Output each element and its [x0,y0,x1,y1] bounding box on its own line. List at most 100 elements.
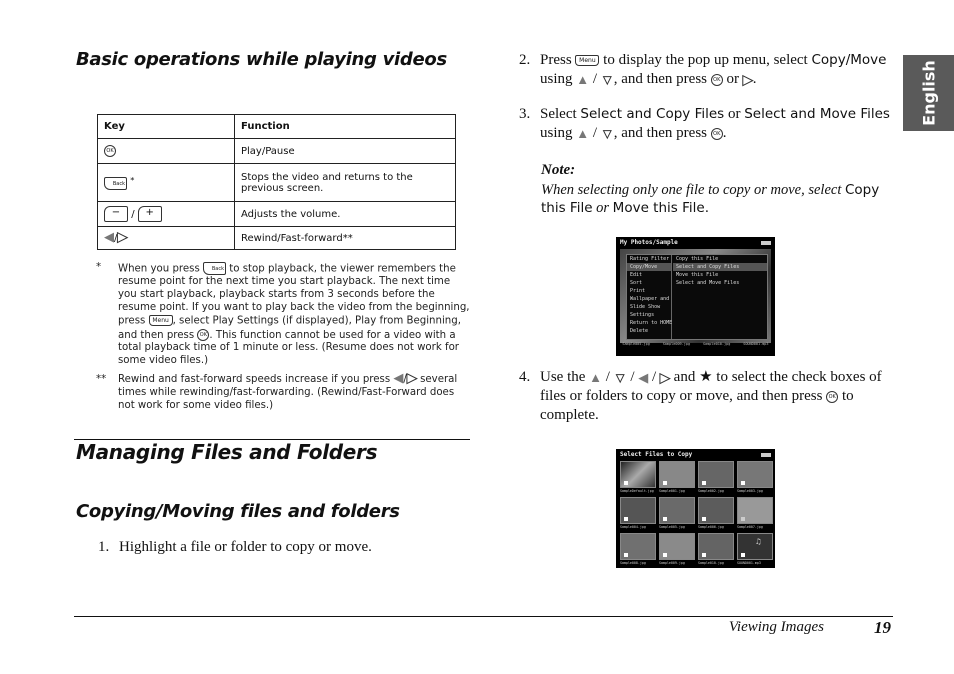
menu-item[interactable]: Slide Show [627,303,671,311]
checkbox[interactable] [741,553,745,557]
step-text: Use the ▲ / ▼ / ◀ / ▶ and ★ to select th… [540,369,882,423]
checkbox[interactable] [663,481,667,485]
text: . [704,200,709,216]
column-header-key: Key [97,114,235,139]
menu-button-icon: Menu [148,315,173,327]
thumbnail-item[interactable]: Sample004.jpg [620,497,656,531]
submenu-item[interactable]: Copy this File [673,255,767,263]
menu-item[interactable]: Print [627,287,671,295]
thumbnail-image[interactable] [737,461,773,488]
submenu-item[interactable]: Move this File [673,271,767,279]
thumbnail-image[interactable] [659,497,695,524]
step-1: 1. Highlight a file or folder to copy or… [98,538,458,557]
star-icon: ★ [699,369,713,385]
step-3: 3. Select Select and Copy Files or Selec… [519,105,894,143]
menu-item[interactable]: Wallpaper and [627,295,671,303]
back-button-icon: Back [104,177,127,191]
file-name: Sample003.jpg [737,489,763,493]
thumbnail-image[interactable] [698,461,734,488]
thumbnail-image[interactable] [659,461,695,488]
file-name: Sample009.jpg [659,561,685,565]
screen-title: My Photos/Sample [620,239,678,246]
music-icon: ♫ [756,537,761,546]
checkbox[interactable] [624,517,628,521]
checkbox[interactable] [624,553,628,557]
checkbox[interactable] [624,481,628,485]
thumbnail-item[interactable]: ♫ SOUND001.mp3 [737,533,773,567]
submenu-item[interactable]: Select and Move Files [673,279,767,287]
page-number: 19 [874,618,891,637]
file-name: Sample002.jpg [698,489,724,493]
thumbnail-image[interactable] [620,497,656,524]
checkbox[interactable] [741,481,745,485]
footnote-text: Rewind and fast-forward speeds increase … [118,371,458,412]
thumbnail-image[interactable] [620,533,656,560]
screen-title: Select Files to Copy [620,451,693,458]
checkbox[interactable] [702,553,706,557]
up-arrow-icon: ▲ [576,125,590,141]
file-name: Sample005.jpg [622,342,650,346]
step-number: 3. [519,106,531,122]
thumbnail-item[interactable]: Sample008.jpg [620,533,656,567]
step-2: 2. Press Menu to display the pop up menu… [519,51,894,89]
file-name: Sample009.jpg [662,342,691,346]
thumbnail-item[interactable]: SampleDefault.jpg [620,461,656,495]
menu-item[interactable]: Edit [627,271,671,279]
ok-button-icon: OK [197,328,210,341]
step-4: 4. Use the ▲ / ▼ / ◀ / ▶ and ★ to select… [519,368,894,425]
file-name: Sample010.jpg [702,342,731,346]
ok-button-icon: OK [826,390,839,403]
step-text: Select Select and Copy Files or Select a… [540,106,890,141]
text: When selecting only one file to copy or … [541,182,842,198]
submenu-item[interactable]: Select and Copy Files [673,263,767,271]
thumbnail-item[interactable]: Sample003.jpg [737,461,773,495]
file-name: Sample007.jpg [737,525,763,529]
menu-item[interactable]: Return to HOME [627,319,672,327]
text: or [596,200,610,216]
text: or [726,71,740,87]
battery-icon [761,453,771,457]
up-arrow-icon: ▲ [589,369,603,385]
thumbnail-item[interactable]: Sample010.jpg [698,533,734,567]
separator: / [131,209,135,220]
menu-item[interactable]: Rating Filter [627,255,671,263]
thumbnail-item[interactable]: Sample005.jpg [659,497,695,531]
function-cell: Play/Pause [234,138,456,164]
menu-item[interactable]: Settings [627,311,671,319]
menu-item[interactable]: Delete [627,327,671,335]
file-name: SOUND001.mp3 [743,342,769,346]
checkbox[interactable] [741,517,745,521]
checkbox[interactable] [663,517,667,521]
thumbnail-image[interactable] [659,533,695,560]
step-text: Press Menu to display the pop up menu, s… [540,52,887,87]
thumbnail-image[interactable]: ♫ [737,533,773,560]
thumbnail-image[interactable] [620,461,656,488]
footnote: ** Rewind and fast-forward speeds increa… [96,371,470,413]
thumbnail-item[interactable]: Sample006.jpg [698,497,734,531]
menu-item[interactable]: Copy/Move [627,263,671,271]
thumbnail-item[interactable]: Sample002.jpg [698,461,734,495]
thumbnail-image[interactable] [698,533,734,560]
main-heading: Managing Files and Folders [76,440,378,464]
language-tab: English [903,55,954,131]
text: Rewind and fast-forward speeds increase … [118,374,391,386]
thumbnail-image[interactable] [698,497,734,524]
table-header-row: Key Function [97,114,456,139]
menu-item[interactable]: Sort [627,279,671,287]
note-title: Note: [541,162,576,178]
checkbox[interactable] [702,517,706,521]
footnote-marker: * [130,174,135,185]
left-arrow-icon: ◀ [393,371,404,387]
menu-button-icon: Menu [575,55,600,67]
file-name: Sample008.jpg [620,561,646,565]
text: Use the [540,369,586,385]
function-cell: Rewind/Fast-forward** [234,226,456,250]
text: , and then press [613,125,707,141]
thumbnail-image[interactable] [737,497,773,524]
checkbox[interactable] [702,481,706,485]
thumbnail-item[interactable]: Sample007.jpg [737,497,773,531]
left-arrow-icon: ◀ [104,229,114,245]
thumbnail-item[interactable]: Sample001.jpg [659,461,695,495]
thumbnail-item[interactable]: Sample009.jpg [659,533,695,567]
checkbox[interactable] [663,553,667,557]
